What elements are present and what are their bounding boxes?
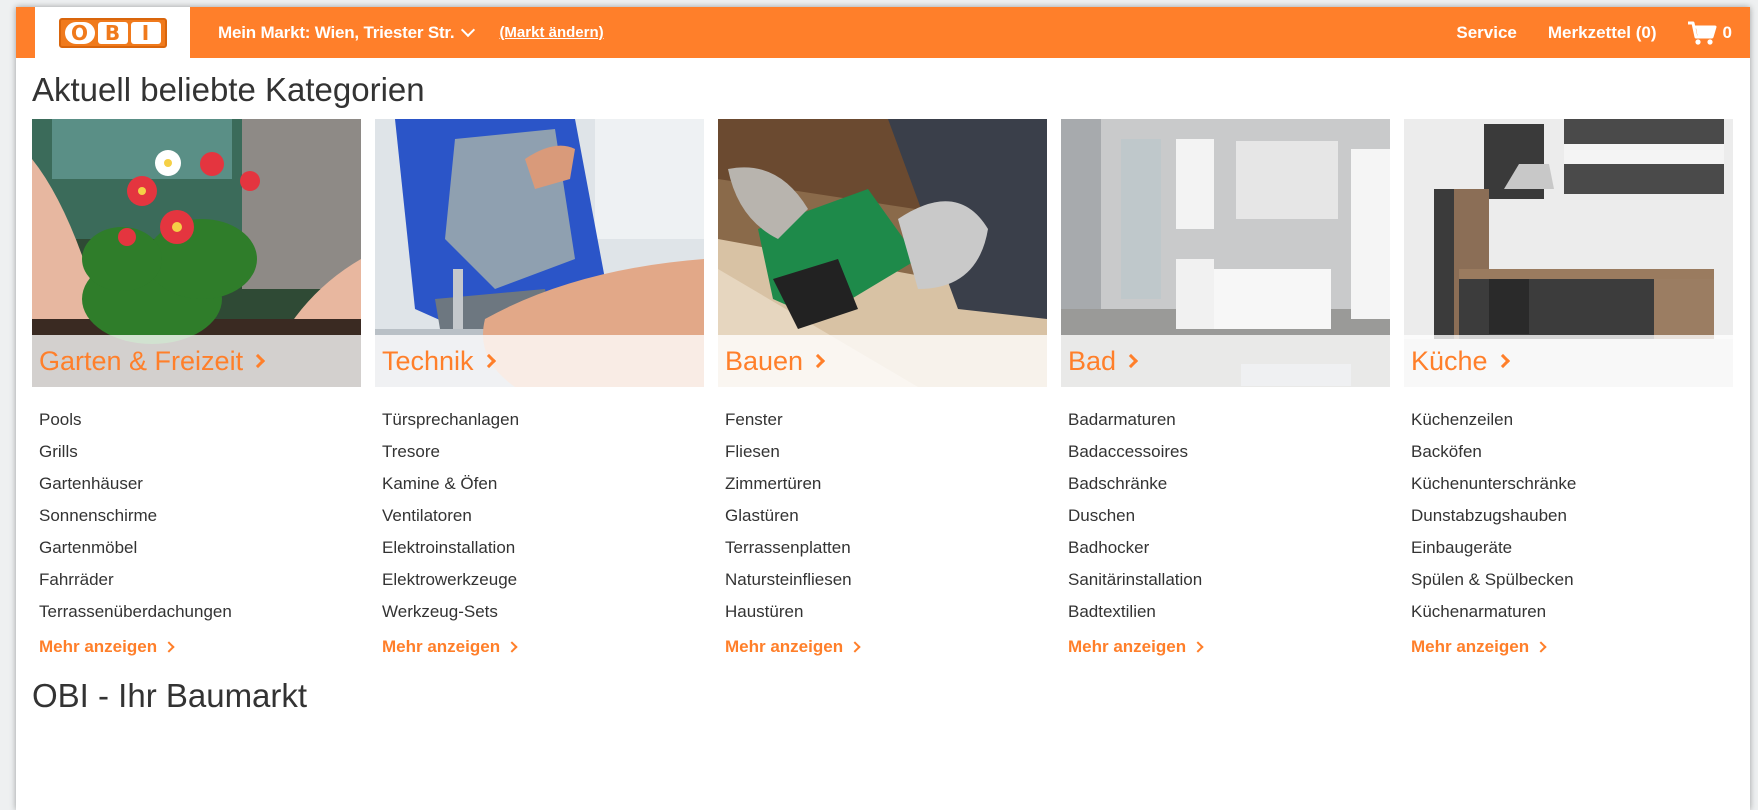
chevron-right-icon [506,641,518,653]
category-link[interactable]: Küchenzeilen [1411,409,1733,441]
category-bad: Bad Badarmaturen Badaccessoires Badschrä… [1061,119,1390,657]
category-link[interactable]: Natursteinfliesen [725,569,1047,601]
category-link[interactable]: Ventilatoren [382,505,704,537]
page-title: Aktuell beliebte Kategorien [32,71,425,108]
category-garten: Garten & Freizeit Pools Grills Gartenhäu… [32,119,361,657]
category-links: Türsprechanlagen Tresore Kamine & Öfen V… [375,409,704,633]
section-heading: OBI - Ihr Baumarkt [32,677,308,714]
category-link[interactable]: Terrassenüberdachungen [39,601,361,633]
chevron-right-icon [1535,641,1547,653]
cart-button[interactable]: 0 [1687,20,1732,46]
category-title-text: Küche [1411,345,1488,376]
category-link[interactable]: Badaccessoires [1068,441,1390,473]
category-link[interactable]: Küchenunterschränke [1411,473,1733,505]
show-more-label: Mehr anzeigen [1068,637,1187,656]
obi-logo[interactable]: O B I [35,7,190,58]
category-link[interactable]: Fahrräder [39,569,361,601]
show-more-link-kueche[interactable]: Mehr anzeigen [1404,637,1733,657]
cart-icon [1687,21,1717,45]
category-title-garten[interactable]: Garten & Freizeit [32,335,361,387]
category-title-kueche[interactable]: Küche [1404,335,1733,387]
chevron-right-icon [811,353,826,369]
category-title-technik[interactable]: Technik [375,335,704,387]
show-more-link-garten[interactable]: Mehr anzeigen [32,637,361,657]
category-title-text: Bauen [725,345,804,376]
logo-letter-b: B [97,21,128,44]
category-tile-bad[interactable]: Bad [1061,119,1390,387]
category-link[interactable]: Spülen & Spülbecken [1411,569,1733,601]
category-links: Fenster Fliesen Zimmertüren Glastüren Te… [718,409,1047,633]
cart-count: 0 [1722,22,1732,42]
top-nav: Service Merkzettel (0) 0 [1425,7,1750,58]
chevron-right-icon [481,353,496,369]
category-link[interactable]: Glastüren [725,505,1047,537]
category-tile-bauen[interactable]: Bauen [718,119,1047,387]
category-links: Küchenzeilen Backöfen Küchenunterschränk… [1404,409,1733,633]
show-more-label: Mehr anzeigen [1411,637,1530,656]
chevron-right-icon [163,641,175,653]
my-market-label: Mein Markt: Wien, Triester Str. [218,22,455,42]
obi-logo-badge: O B I [58,17,167,48]
category-links: Badarmaturen Badaccessoires Badschränke … [1061,409,1390,633]
service-link[interactable]: Service [1456,23,1517,43]
category-link[interactable]: Fenster [725,409,1047,441]
show-more-link-bad[interactable]: Mehr anzeigen [1061,637,1390,657]
chevron-right-icon [849,641,861,653]
my-market-selector[interactable]: Mein Markt: Wien, Triester Str. [218,22,476,43]
category-link[interactable]: Haustüren [725,601,1047,633]
category-link[interactable]: Elektrowerkzeuge [382,569,704,601]
category-link[interactable]: Zimmertüren [725,473,1047,505]
category-link[interactable]: Badhocker [1068,537,1390,569]
category-link[interactable]: Sonnenschirme [39,505,361,537]
category-link[interactable]: Pools [39,409,361,441]
category-kueche: Küche Küchenzeilen Backöfen Küchenunters… [1404,119,1733,657]
category-link[interactable]: Gartenmöbel [39,537,361,569]
category-link[interactable]: Badtextilien [1068,601,1390,633]
category-link[interactable]: Grills [39,441,361,473]
category-link[interactable]: Badarmaturen [1068,409,1390,441]
category-link[interactable]: Kamine & Öfen [382,473,704,505]
category-link[interactable]: Backöfen [1411,441,1733,473]
category-tile-garten[interactable]: Garten & Freizeit [32,119,361,387]
category-title-text: Bad [1068,345,1117,376]
chevron-right-icon [1123,353,1139,369]
category-link[interactable]: Dunstabzugshauben [1411,505,1733,537]
category-links: Pools Grills Gartenhäuser Sonnenschirme … [32,409,361,633]
chevron-right-icon [1192,641,1204,653]
change-market-link[interactable]: (Markt ändern) [499,24,603,41]
category-title-bauen[interactable]: Bauen [718,335,1047,387]
category-link[interactable]: Einbaugeräte [1411,537,1733,569]
category-title-bad[interactable]: Bad [1061,335,1390,387]
show-more-label: Mehr anzeigen [382,637,501,656]
category-title-text: Technik [382,345,474,376]
category-tile-kueche[interactable]: Küche [1404,119,1733,387]
category-link[interactable]: Duschen [1068,505,1390,537]
logo-letter-o: O [64,21,95,44]
category-technik: Technik Türsprechanlagen Tresore Kamine … [375,119,704,657]
category-link[interactable]: Elektroinstallation [382,537,704,569]
watchlist-link[interactable]: Merkzettel (0) [1548,23,1657,43]
category-link[interactable]: Sanitärinstallation [1068,569,1390,601]
chevron-down-icon [461,22,476,38]
category-link[interactable]: Werkzeug-Sets [382,601,704,633]
category-link[interactable]: Badschränke [1068,473,1390,505]
logo-letter-i: I [130,21,161,44]
category-link[interactable]: Tresore [382,441,704,473]
category-bauen: Bauen Fenster Fliesen Zimmertüren Glastü… [718,119,1047,657]
show-more-link-bauen[interactable]: Mehr anzeigen [718,637,1047,657]
top-bar: O B I Mein Markt: Wien, Triester Str. (M… [16,7,1750,58]
show-more-link-technik[interactable]: Mehr anzeigen [375,637,704,657]
category-title-text: Garten & Freizeit [39,345,244,376]
category-link[interactable]: Türsprechanlagen [382,409,704,441]
category-link[interactable]: Fliesen [725,441,1047,473]
category-link[interactable]: Küchenarmaturen [1411,601,1733,633]
category-link[interactable]: Gartenhäuser [39,473,361,505]
show-more-label: Mehr anzeigen [725,637,844,656]
page-frame: O B I Mein Markt: Wien, Triester Str. (M… [16,7,1750,810]
chevron-right-icon [251,353,266,369]
category-link[interactable]: Terrassenplatten [725,537,1047,569]
show-more-label: Mehr anzeigen [39,637,158,656]
chevron-right-icon [1495,353,1510,369]
category-tile-technik[interactable]: Technik [375,119,704,387]
